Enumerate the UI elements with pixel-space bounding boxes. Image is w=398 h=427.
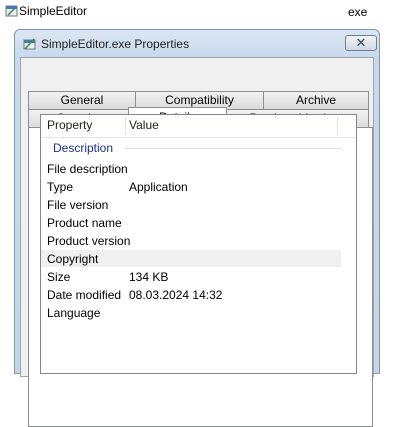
- dialog-title: SimpleEditor.exe Properties: [41, 37, 190, 51]
- property-name: Copyright: [47, 252, 99, 266]
- tab-general[interactable]: General: [28, 91, 136, 109]
- explorer-file-type: exe: [348, 5, 368, 19]
- property-name: File version: [47, 198, 109, 212]
- detail-row-product-name[interactable]: Product name: [41, 214, 341, 231]
- column-header-property[interactable]: Property: [47, 115, 92, 137]
- property-name: Product version: [47, 234, 131, 248]
- exe-file-icon: [22, 36, 37, 51]
- listview-header: Property Value: [41, 115, 356, 138]
- detail-row-file-description[interactable]: File description: [41, 160, 341, 177]
- detail-row-copyright[interactable]: Copyright: [41, 250, 341, 267]
- detail-row-date-modified[interactable]: Date modified 08.03.2024 14:32: [41, 286, 341, 303]
- property-value: 134 KB: [129, 270, 169, 284]
- property-value: 08.03.2024 14:32: [129, 288, 223, 302]
- dialog-titlebar[interactable]: SimpleEditor.exe Properties ✕: [15, 30, 379, 56]
- detail-row-file-version[interactable]: File version: [41, 196, 341, 213]
- detail-row-product-version[interactable]: Product version: [41, 232, 341, 249]
- property-name: File description: [47, 162, 128, 176]
- column-divider[interactable]: [125, 117, 126, 135]
- column-divider[interactable]: [337, 117, 338, 135]
- detail-row-size[interactable]: Size 134 KB: [41, 268, 341, 285]
- close-button[interactable]: ✕: [345, 35, 377, 51]
- property-value: Application: [129, 180, 188, 194]
- column-header-value[interactable]: Value: [129, 115, 159, 137]
- details-listview[interactable]: Property Value Description File descript…: [40, 114, 357, 374]
- property-name: Size: [47, 270, 71, 284]
- group-divider: [125, 148, 342, 149]
- property-name: Language: [47, 306, 101, 320]
- detail-row-language[interactable]: Language: [41, 304, 341, 321]
- property-name: Date modified: [47, 288, 122, 302]
- explorer-file-row[interactable]: SimpleEditor exe: [0, 0, 398, 24]
- group-header-description: Description: [53, 141, 114, 155]
- property-name: Type: [47, 180, 74, 194]
- tab-archive[interactable]: Archive: [263, 91, 369, 109]
- exe-file-icon: [4, 3, 19, 18]
- property-name: Product name: [47, 216, 122, 230]
- explorer-file-name: SimpleEditor: [19, 4, 88, 18]
- close-icon: ✕: [355, 35, 367, 50]
- detail-row-type[interactable]: Type Application: [41, 178, 341, 195]
